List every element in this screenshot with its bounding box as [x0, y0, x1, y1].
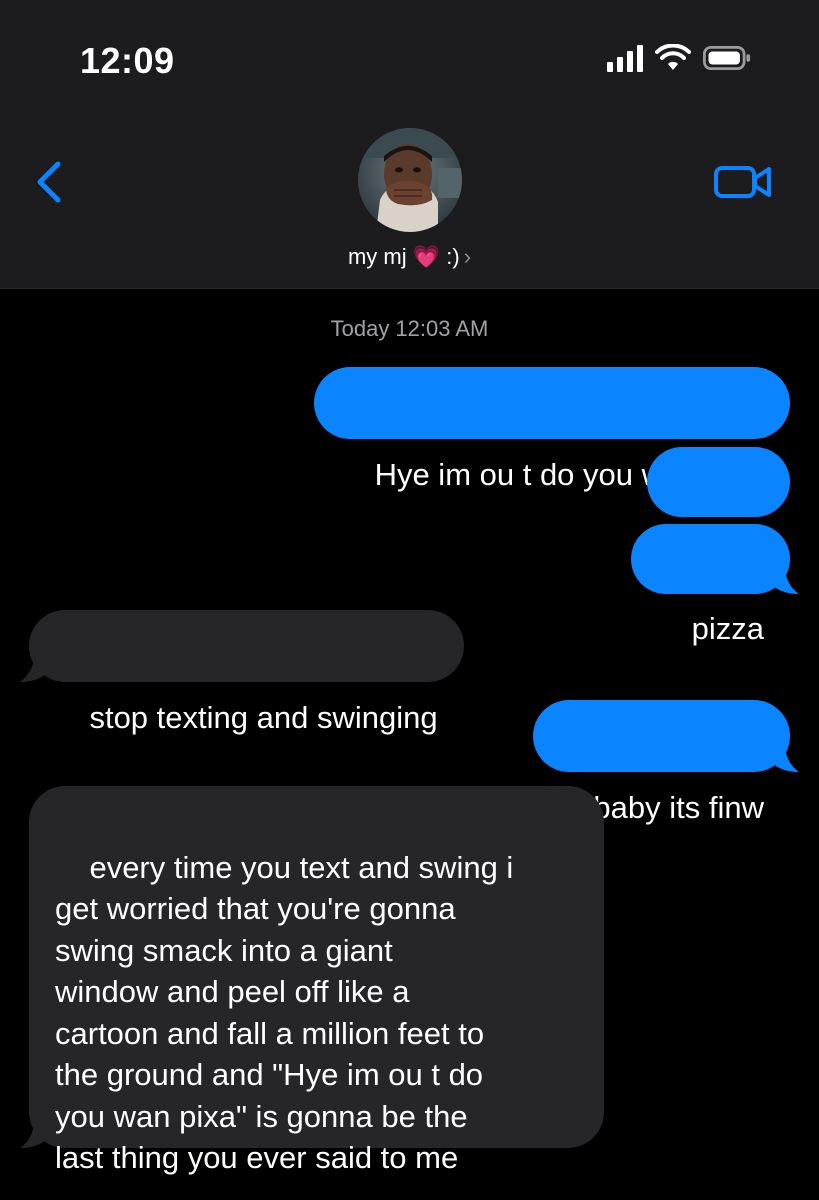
outgoing-message[interactable]: baby its finw [532, 700, 790, 825]
incoming-message[interactable]: stop texting and swinging [29, 610, 464, 735]
message-timestamp: Today 12:03 AM [330, 316, 489, 341]
status-time: 12:09 [80, 40, 175, 81]
message-text: stop texting and swinging [89, 700, 438, 735]
message-text: every time you text and swing i get worr… [55, 849, 514, 1176]
messages-screen: 12:09 my mj 💗:) › Today 12:03 AM Hye im… [0, 0, 819, 1200]
incoming-message[interactable]: every time you text and swing i get worr… [29, 786, 604, 1175]
outgoing-message[interactable]: Hye im ou t do you wan pixa [314, 367, 790, 492]
wifi-icon [655, 44, 691, 70]
battery-icon [703, 46, 751, 70]
bubble-tail [20, 654, 48, 682]
avatar-photo [358, 128, 462, 232]
cellular-signal-icon [607, 44, 643, 72]
conversation-header: 12:09 my mj 💗:) › [0, 0, 819, 289]
message-text: baby its finw [593, 790, 764, 825]
contact-name-button[interactable]: my mj 💗 :) › [0, 244, 819, 270]
message-text: pizza [691, 611, 764, 646]
outgoing-message[interactable]: pizza [631, 524, 790, 646]
contact-avatar[interactable] [358, 128, 462, 232]
status-icons [607, 44, 751, 72]
chevron-right-icon: › [463, 244, 472, 269]
outgoing-message[interactable]: piza [646, 447, 790, 569]
back-chevron-icon[interactable] [30, 156, 70, 208]
bubble-tail [771, 566, 799, 594]
contact-name: my mj 💗 :) [347, 244, 460, 269]
bubble-tail [771, 744, 799, 772]
bubble-tail [20, 1120, 48, 1148]
facetime-video-icon[interactable] [713, 162, 773, 202]
